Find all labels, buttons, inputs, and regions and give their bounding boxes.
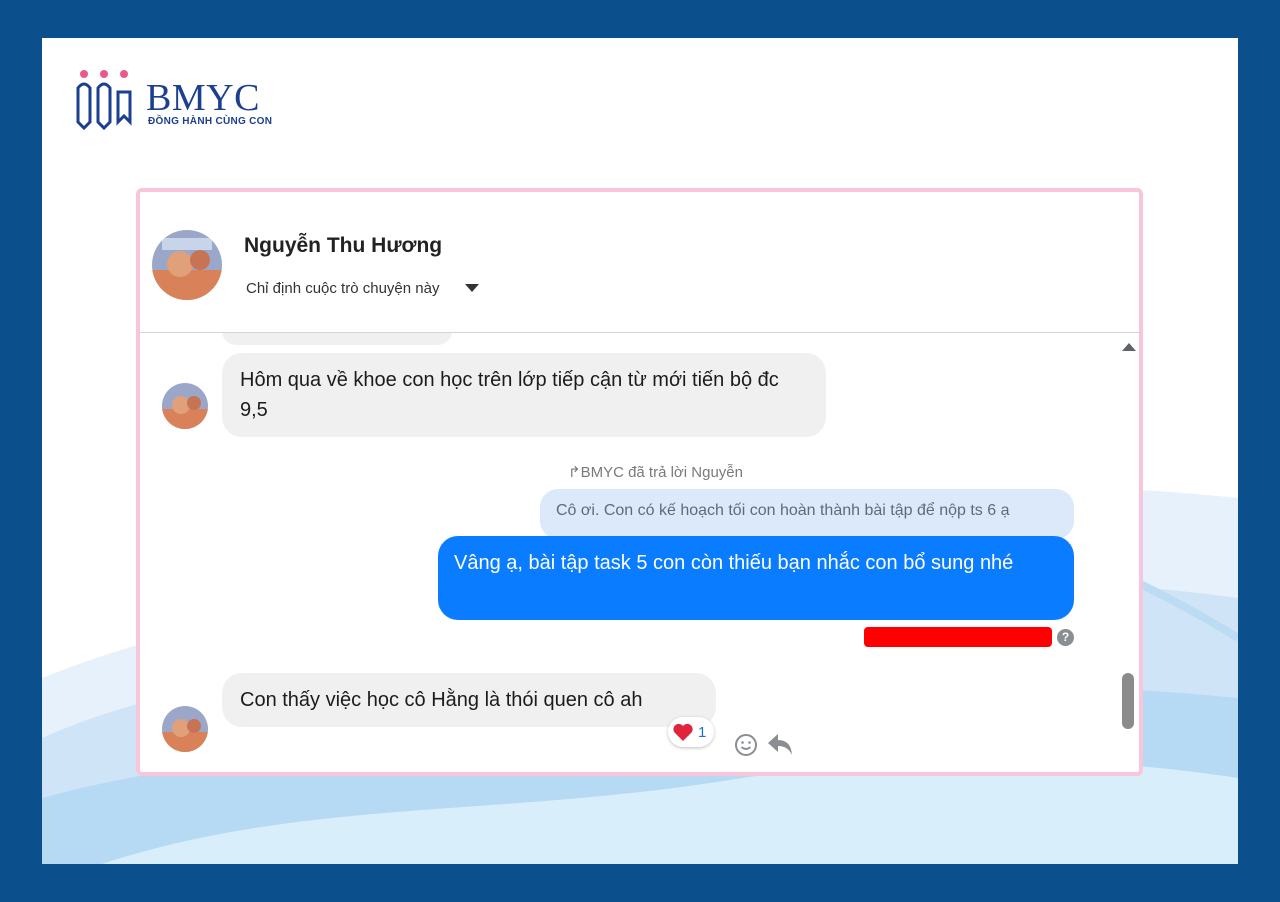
contact-avatar-small: [162, 383, 208, 429]
assign-conversation-dropdown[interactable]: Chỉ định cuộc trò chuyện này: [246, 280, 439, 297]
contact-name[interactable]: Nguyễn Thu Hương: [244, 234, 442, 258]
reply-icon[interactable]: [766, 731, 794, 757]
scroll-up-arrow-icon[interactable]: [1122, 343, 1136, 351]
chat-screenshot-card: Nguyễn Thu Hương Chỉ định cuộc trò chuyệ…: [136, 188, 1143, 776]
brand-name: BMYC: [146, 77, 260, 119]
incoming-message[interactable]: Hôm qua về khoe con học trên lớp tiếp cậ…: [222, 353, 826, 437]
heart-icon: [673, 723, 693, 741]
contact-avatar-small: [162, 706, 208, 752]
message-thread[interactable]: Hôm qua về khoe con học trên lớp tiếp cậ…: [140, 333, 1139, 772]
smiley-icon[interactable]: [734, 733, 758, 757]
incoming-message[interactable]: Con thấy việc học cô Hằng là thói quen c…: [222, 673, 716, 727]
help-icon[interactable]: ?: [1057, 629, 1074, 646]
heart-reaction[interactable]: 1: [668, 717, 715, 747]
conversation-header: Nguyễn Thu Hương Chỉ định cuộc trò chuyệ…: [140, 192, 1139, 333]
quoted-message[interactable]: Cô ơi. Con có kế hoạch tối con hoàn thàn…: [540, 489, 1074, 539]
page-frame: BMYC ĐỒNG HÀNH CÙNG CON Nguyễn Thu Hương…: [42, 38, 1238, 864]
contact-avatar[interactable]: [152, 230, 222, 300]
reply-note: ↱BMYC đã trả lời Nguyễn: [568, 464, 743, 481]
caret-down-icon[interactable]: [465, 284, 479, 292]
outgoing-message[interactable]: Vâng ạ, bài tập task 5 con còn thiếu bạn…: [438, 536, 1074, 620]
redacted-seen-label: [864, 627, 1052, 647]
reaction-count: 1: [698, 723, 707, 741]
previous-message-bubble: [222, 333, 452, 345]
brand-tagline: ĐỒNG HÀNH CÙNG CON: [148, 116, 273, 127]
scrollbar-thumb[interactable]: [1122, 673, 1134, 729]
